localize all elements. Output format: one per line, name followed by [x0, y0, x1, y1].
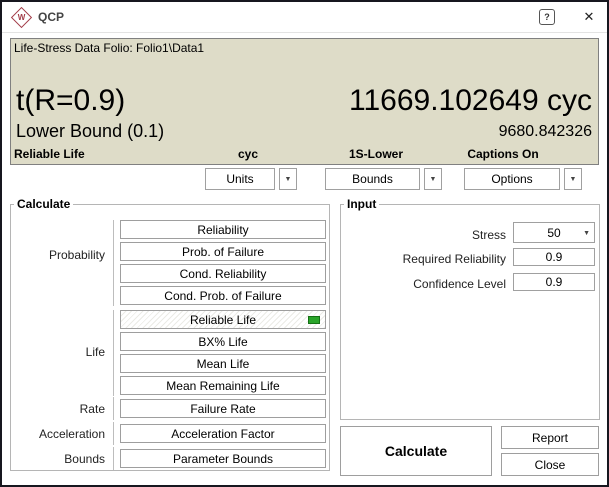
chevron-down-icon: ▼: [583, 230, 590, 237]
section-label-rate: Rate: [79, 402, 105, 416]
stress-label: Stress: [471, 228, 506, 242]
caption-result-type: Reliable Life: [14, 147, 85, 161]
mean-remaining-life-button[interactable]: Mean Remaining Life: [120, 376, 326, 395]
report-button[interactable]: Report: [501, 426, 599, 449]
chevron-down-icon: ▼: [284, 175, 292, 183]
chevron-down-icon: ▼: [429, 175, 437, 183]
results-header: Life-Stress Data Folio: Folio1\Data1: [14, 41, 205, 55]
bound-value: 9680.842326: [498, 123, 592, 140]
caption-units: cyc: [237, 147, 259, 161]
acceleration-factor-button[interactable]: Acceleration Factor: [120, 424, 326, 443]
bounds-dropdown-button[interactable]: ▼: [424, 168, 442, 190]
cond-reliability-button[interactable]: Cond. Reliability: [120, 264, 326, 283]
section-divider: [113, 310, 114, 396]
input-group-title: Input: [344, 197, 380, 211]
metric-value: 11669.102649 cyc: [349, 84, 592, 117]
section-label-bounds: Bounds: [64, 452, 105, 466]
options-button[interactable]: Options: [464, 168, 560, 190]
prob-of-failure-button[interactable]: Prob. of Failure: [120, 242, 326, 261]
failure-rate-button[interactable]: Failure Rate: [120, 399, 326, 418]
chevron-down-icon: ▼: [569, 175, 577, 183]
required-reliability-field[interactable]: [513, 248, 595, 266]
reliability-button[interactable]: Reliability: [120, 220, 326, 239]
reliable-life-button[interactable]: Reliable Life: [120, 310, 326, 329]
calculate-button[interactable]: Calculate: [340, 426, 492, 476]
close-button[interactable]: ✕: [580, 8, 598, 26]
caption-bounds: 1S-Lower: [348, 147, 404, 161]
calculate-group-title: Calculate: [14, 197, 74, 211]
units-button[interactable]: Units: [205, 168, 275, 190]
metric-label: t(R=0.9): [16, 84, 126, 117]
bounds-button[interactable]: Bounds: [325, 168, 420, 190]
stress-combo[interactable]: 50 ▼: [513, 222, 595, 243]
close-dialog-button[interactable]: Close: [501, 453, 599, 476]
section-divider: [113, 397, 114, 420]
confidence-level-field[interactable]: [513, 273, 595, 291]
bound-label: Lower Bound (0.1): [16, 121, 165, 141]
selected-indicator: [308, 315, 320, 324]
section-label-probability: Probability: [48, 248, 105, 262]
help-button[interactable]: ?: [538, 8, 556, 26]
units-dropdown-button[interactable]: ▼: [279, 168, 297, 190]
confidence-level-label: Confidence Level: [413, 277, 506, 291]
section-divider: [113, 447, 114, 470]
title-bar: W QCP ? ✕: [2, 2, 607, 33]
options-dropdown-button[interactable]: ▼: [564, 168, 582, 190]
window-title: QCP: [38, 10, 65, 24]
help-icon: ?: [539, 9, 555, 25]
caption-options: Captions On: [467, 147, 539, 161]
bx-life-button[interactable]: BX% Life: [120, 332, 326, 351]
required-reliability-label: Required Reliability: [402, 252, 506, 266]
section-label-acceleration: Acceleration: [38, 427, 105, 441]
stress-value: 50: [547, 225, 561, 240]
app-logo-letter: W: [17, 13, 26, 22]
parameter-bounds-button[interactable]: Parameter Bounds: [120, 449, 326, 468]
reliable-life-label: Reliable Life: [189, 312, 257, 327]
section-divider: [113, 422, 114, 445]
section-divider: [113, 220, 114, 306]
close-icon: ✕: [583, 9, 595, 24]
mean-life-button[interactable]: Mean Life: [120, 354, 326, 373]
qcp-window: W QCP ? ✕ Life-Stress Data Folio: Folio1…: [0, 0, 609, 487]
results-panel: Life-Stress Data Folio: Folio1\Data1 t(R…: [10, 38, 599, 165]
app-logo-icon: W: [10, 6, 33, 29]
cond-prob-of-failure-button[interactable]: Cond. Prob. of Failure: [120, 286, 326, 305]
section-label-life: Life: [85, 345, 105, 359]
